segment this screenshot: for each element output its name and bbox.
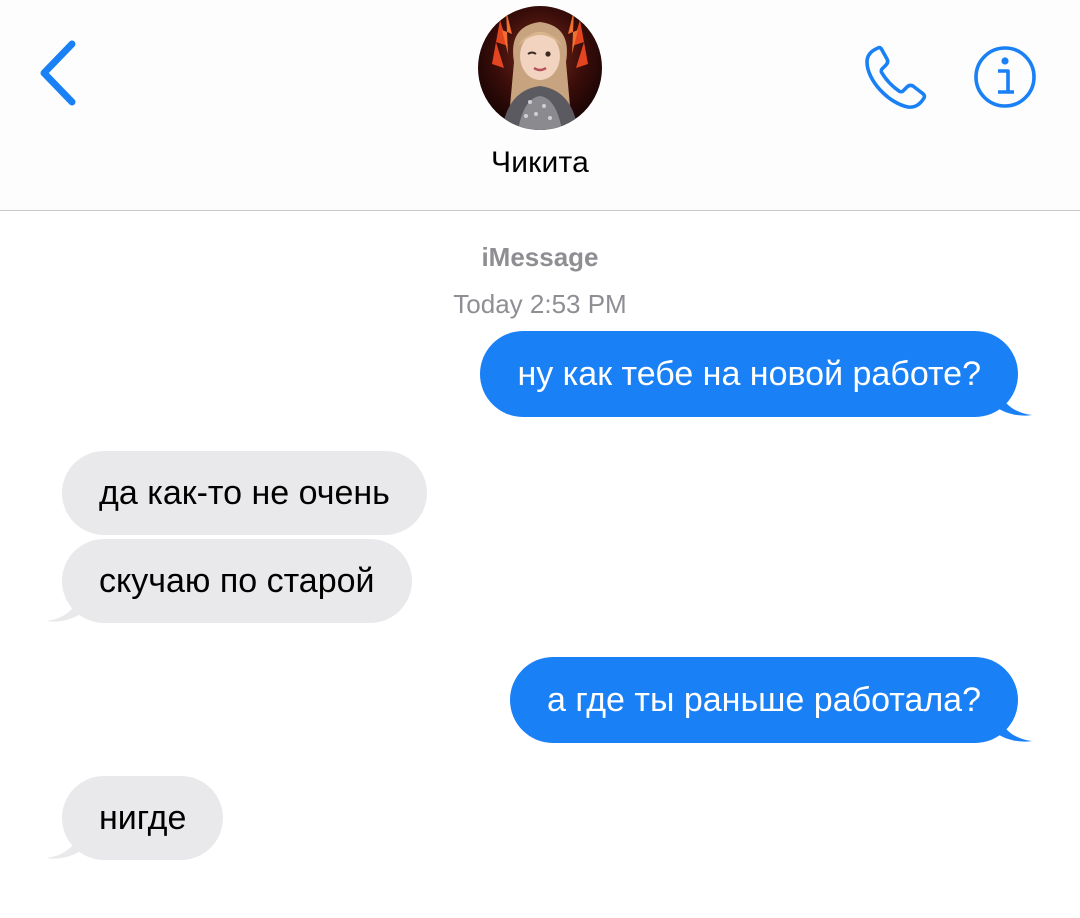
message-text: а где ты раньше работала? [546, 681, 981, 719]
chevron-left-icon [40, 40, 76, 106]
message-bubble-outgoing[interactable]: а где ты раньше работала? [509, 657, 1018, 743]
message-text: скучаю по старой [99, 562, 375, 600]
bubble-tail-outgoing [996, 381, 1032, 416]
message-bubble-incoming[interactable]: скучаю по старой [62, 539, 412, 623]
message-bubble-incoming[interactable]: да как-то не очень [62, 451, 427, 535]
contact-name[interactable]: Чикита [340, 146, 740, 180]
message-timestamp: Today 2:53 PM [453, 289, 627, 319]
phone-icon [865, 45, 927, 109]
bubble-tail-incoming [46, 824, 82, 859]
message-text: нигде [99, 799, 187, 837]
message-text: да как-то не очень [99, 474, 390, 512]
service-label: iMessage [481, 242, 599, 272]
back-button[interactable] [28, 38, 88, 108]
avatar[interactable] [478, 6, 602, 130]
info-icon [974, 46, 1036, 108]
message-bubble-outgoing[interactable]: ну как тебе на новой работе? [480, 331, 1018, 417]
conversation-header: Чикита [0, 0, 1080, 211]
call-button[interactable] [858, 40, 934, 116]
avatar-image [478, 6, 602, 130]
bubble-tail-incoming [46, 587, 82, 622]
message-bubble-incoming[interactable]: нигде [62, 776, 224, 860]
message-text: ну как тебе на новой работе? [517, 355, 981, 393]
info-button[interactable] [972, 44, 1038, 110]
bubble-tail-outgoing [996, 707, 1032, 742]
